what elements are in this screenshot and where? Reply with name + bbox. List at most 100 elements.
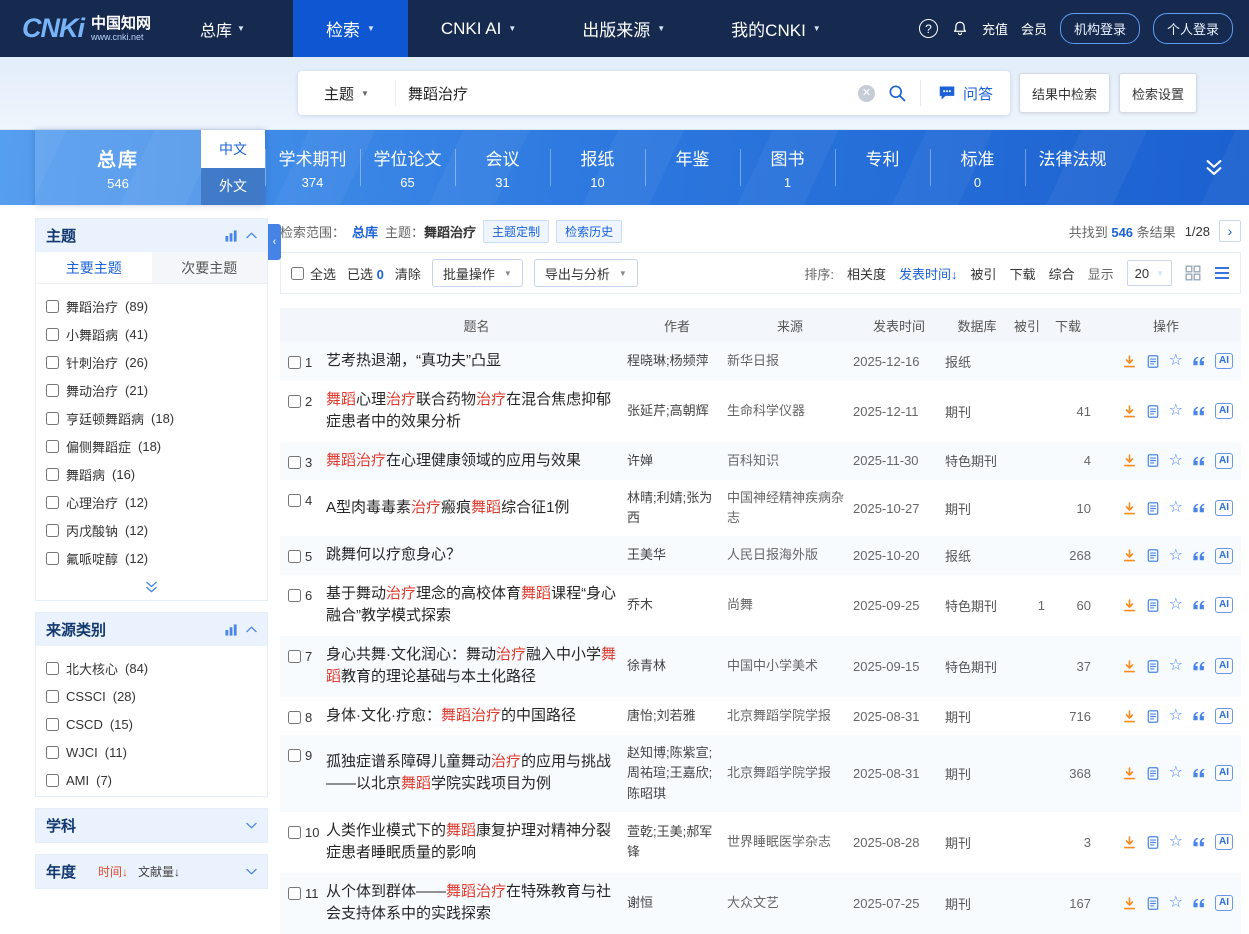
html-read-icon[interactable] [1146,659,1160,674]
result-title[interactable]: 人类作业模式下的舞蹈康复护理对精神分裂症患者睡眠质量的影响 [326,822,611,862]
ai-icon[interactable]: AI [1215,895,1233,911]
sort-option[interactable]: 下载 [1010,264,1036,283]
search-in-results-button[interactable]: 结果中检索 [1019,73,1110,113]
facet-checkbox[interactable] [46,662,59,675]
row-checkbox[interactable] [288,395,301,408]
row-checkbox[interactable] [288,494,301,507]
html-read-icon[interactable] [1146,766,1160,781]
facet-item[interactable]: 针刺治疗 (26) [46,348,257,376]
tab-main-topic[interactable]: 主要主题 [36,252,152,283]
facet-item[interactable]: 丙戊酸钠 (12) [46,516,257,544]
db-tab[interactable]: 专利 [835,130,930,205]
row-checkbox[interactable] [288,550,301,563]
download-icon[interactable] [1122,835,1137,850]
sort-option[interactable]: 相关度 [847,264,886,283]
download-icon[interactable] [1122,766,1137,781]
result-source[interactable]: 北京舞蹈学院学报 [727,706,853,726]
lang-tab-chinese[interactable]: 中文 [201,130,265,168]
cite-quote-icon[interactable] [1192,455,1206,467]
facet-item[interactable]: 亨廷顿舞蹈病 (18) [46,404,257,432]
result-authors[interactable]: 林晴;利婧;张为西 [627,488,727,528]
nav-tab-publications[interactable]: 出版来源▼ [549,0,698,57]
facet-item[interactable]: AMI (7) [46,766,257,794]
favorite-icon[interactable]: ☆ [1169,453,1183,469]
search-icon[interactable] [887,83,907,103]
clear-icon[interactable]: ✕ [858,85,875,102]
facet-item[interactable]: CSSCI (28) [46,682,257,710]
facet-checkbox[interactable] [46,552,59,565]
row-checkbox[interactable] [288,650,301,663]
year-sort-volume[interactable]: 文献量↓ [138,863,180,880]
result-source[interactable]: 人民日报海外版 [727,545,853,565]
facet-checkbox[interactable] [46,356,59,369]
db-tab[interactable]: 年鉴 [645,130,740,205]
facet-checkbox[interactable] [46,412,59,425]
list-view-icon[interactable] [1214,266,1230,280]
facet-checkbox[interactable] [46,774,59,787]
tab-secondary-topic[interactable]: 次要主题 [152,252,268,283]
recharge-link[interactable]: 充值 [982,19,1008,38]
facet-item[interactable]: CSCD (15) [46,710,257,738]
result-title[interactable]: 跳舞何以疗愈身心？ [326,546,461,563]
html-read-icon[interactable] [1146,598,1160,613]
row-checkbox[interactable] [288,749,301,762]
facet-item[interactable]: 舞动治疗 (21) [46,376,257,404]
result-source[interactable]: 世界睡眠医学杂志 [727,832,853,852]
facet-checkbox[interactable] [46,718,59,731]
search-field-select[interactable]: 主题 ▼ [298,80,396,106]
result-source[interactable]: 百科知识 [727,451,853,471]
result-source[interactable]: 北京舞蹈学院学报 [727,763,853,783]
result-title[interactable]: A型肉毒毒素治疗瘢痕舞蹈综合征1例 [326,499,569,516]
result-authors[interactable]: 徐青林 [627,656,727,676]
nav-tab-search[interactable]: 检索▼ [293,0,408,57]
result-title[interactable]: 舞蹈心理治疗联合药物治疗在混合焦虑抑郁症患者中的效果分析 [326,391,611,431]
ai-icon[interactable]: AI [1215,500,1233,516]
chevron-down-icon[interactable] [246,868,257,875]
chevron-up-icon[interactable] [246,232,257,239]
library-select[interactable]: 总库 ▼ [200,0,245,57]
row-checkbox[interactable] [288,356,301,369]
html-read-icon[interactable] [1146,404,1160,419]
search-input[interactable] [396,85,858,102]
html-read-icon[interactable] [1146,548,1160,563]
db-tab[interactable]: 法律法规 [1025,130,1120,205]
html-read-icon[interactable] [1146,709,1160,724]
result-source[interactable]: 尚舞 [727,595,853,615]
html-read-icon[interactable] [1146,453,1160,468]
bar-chart-icon[interactable] [225,624,238,636]
db-tab[interactable]: 报纸 10 [550,130,645,205]
cite-quote-icon[interactable] [1192,405,1206,417]
facet-checkbox[interactable] [46,468,59,481]
qa-button[interactable]: 问答 [921,83,1010,104]
batch-actions-dropdown[interactable]: 批量操作▼ [432,259,523,287]
export-analyze-dropdown[interactable]: 导出与分析▼ [534,259,638,287]
favorite-icon[interactable]: ☆ [1169,403,1183,419]
facet-checkbox[interactable] [46,746,59,759]
favorite-icon[interactable]: ☆ [1169,834,1183,850]
cite-quote-icon[interactable] [1192,836,1206,848]
favorite-icon[interactable]: ☆ [1169,708,1183,724]
result-title[interactable]: 艺考热退潮，“真功夫”凸显 [326,352,501,369]
sort-option[interactable]: 综合 [1049,264,1075,283]
row-checkbox[interactable] [288,887,301,900]
download-icon[interactable] [1122,404,1137,419]
search-history-button[interactable]: 检索历史 [556,220,622,243]
db-tab[interactable]: 学术期刊 374 [265,130,360,205]
download-icon[interactable] [1122,501,1137,516]
chevron-down-icon[interactable] [246,822,257,829]
ai-icon[interactable]: AI [1215,765,1233,781]
more-databases-icon[interactable] [1205,159,1223,176]
download-icon[interactable] [1122,354,1137,369]
facet-checkbox[interactable] [46,524,59,537]
db-tab[interactable]: 学位论文 65 [360,130,455,205]
topic-custom-button[interactable]: 主题定制 [483,220,549,243]
favorite-icon[interactable]: ☆ [1169,658,1183,674]
html-read-icon[interactable] [1146,354,1160,369]
year-sort-time[interactable]: 时间↓ [98,863,128,880]
download-icon[interactable] [1122,548,1137,563]
result-authors[interactable]: 张延芹;高朝辉 [627,401,727,421]
cite-quote-icon[interactable] [1192,599,1206,611]
select-all-checkbox[interactable] [291,267,304,280]
html-read-icon[interactable] [1146,896,1160,911]
result-title[interactable]: 舞蹈治疗在心理健康领域的应用与效果 [326,452,581,469]
